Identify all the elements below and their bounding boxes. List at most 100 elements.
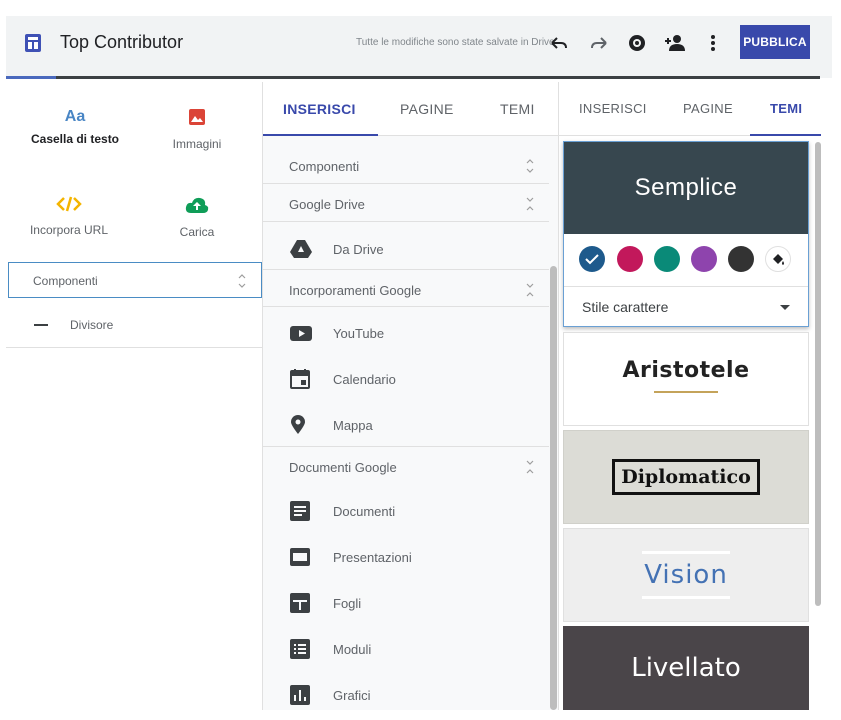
middle-panel-scrollbar[interactable]: [550, 266, 557, 710]
section-incorporamenti-google[interactable]: Incorporamenti Google: [263, 269, 549, 307]
section-google-drive[interactable]: Google Drive: [263, 184, 549, 222]
insert-mappa[interactable]: Mappa: [263, 402, 549, 448]
custom-color-button[interactable]: [765, 246, 791, 272]
color-swatch-purple[interactable]: [691, 246, 717, 272]
theme-card-vision[interactable]: Vision: [563, 528, 809, 622]
divider-icon: [34, 324, 48, 326]
insert-embed-url-label: Incorpora URL: [29, 223, 109, 237]
tab-temi[interactable]: TEMI: [500, 101, 535, 117]
redo-icon[interactable]: [588, 33, 610, 53]
insert-text-box[interactable]: Aa Casella di testo: [12, 108, 138, 146]
collapse-toggle-icon[interactable]: [237, 273, 247, 289]
insert-mappa-label: Mappa: [333, 418, 373, 433]
insert-da-drive[interactable]: Da Drive: [263, 226, 549, 272]
insert-text-box-label: Casella di testo: [30, 132, 120, 146]
theme-name-aristotele: Aristotele: [622, 357, 750, 383]
section-google-drive-label: Google Drive: [289, 197, 365, 212]
middle-tab-bar: INSERISCI PAGINE TEMI: [263, 82, 559, 136]
charts-icon: [290, 685, 310, 705]
active-tab-indicator: [750, 134, 821, 136]
section-documenti-label: Documenti Google: [289, 460, 397, 475]
insert-fogli-label: Fogli: [333, 596, 362, 611]
color-swatch-dark[interactable]: [728, 246, 754, 272]
components-section-header[interactable]: Componenti: [8, 262, 262, 298]
collapse-toggle-icon[interactable]: [525, 282, 535, 298]
header-divider-accent: [6, 76, 56, 79]
right-panel-scrollbar[interactable]: [815, 142, 821, 606]
section-componenti-label: Componenti: [289, 159, 360, 174]
collapse-toggle-icon[interactable]: [525, 196, 535, 212]
insert-calendario-label: Calendario: [333, 372, 396, 387]
theme-name-semplice: Semplice: [564, 142, 808, 234]
insert-fogli[interactable]: Fogli: [263, 580, 549, 626]
preview-icon[interactable]: [626, 33, 648, 53]
embed-code-icon: [56, 196, 82, 212]
right-themes-panel: INSERISCI PAGINE TEMI Semplice Stile car…: [558, 82, 821, 710]
theme-rule-vision-top: [642, 551, 730, 554]
forms-icon: [290, 639, 310, 659]
insert-embed-url[interactable]: Incorpora URL: [6, 196, 132, 237]
site-title[interactable]: Top Contributor: [60, 32, 183, 53]
calendar-icon: [290, 369, 310, 389]
active-tab-indicator: [263, 134, 378, 136]
font-style-dropdown[interactable]: Stile carattere: [564, 286, 808, 326]
insert-moduli-label: Moduli: [333, 642, 372, 657]
tab-inserisci[interactable]: INSERISCI: [579, 101, 647, 116]
color-swatch-blue[interactable]: [579, 246, 605, 272]
youtube-icon: [290, 326, 312, 341]
expand-toggle-icon[interactable]: [525, 158, 535, 174]
dropdown-arrow-icon: [780, 305, 790, 310]
upload-cloud-icon: [185, 197, 209, 213]
insert-youtube-label: YouTube: [333, 326, 385, 341]
section-componenti[interactable]: Componenti: [263, 146, 549, 184]
more-vert-icon[interactable]: [702, 33, 724, 53]
image-icon: [189, 109, 205, 125]
right-tab-bar: INSERISCI PAGINE TEMI: [559, 82, 821, 136]
site-logo-icon[interactable]: [24, 33, 42, 53]
tab-inserisci[interactable]: INSERISCI: [283, 101, 356, 117]
theme-rule-vision-bottom: [642, 596, 730, 599]
theme-card-livellato[interactable]: Livellato: [563, 626, 809, 710]
insert-presentazioni[interactable]: Presentazioni: [263, 534, 549, 580]
insert-documenti[interactable]: Documenti: [263, 488, 549, 534]
undo-icon[interactable]: [548, 33, 570, 53]
section-documenti-google[interactable]: Documenti Google: [263, 446, 549, 484]
text-box-icon: Aa: [64, 108, 86, 125]
color-swatch-teal[interactable]: [654, 246, 680, 272]
divider-item-label[interactable]: Divisore: [70, 318, 113, 332]
sheets-icon: [290, 593, 310, 613]
theme-card-diplomatico[interactable]: Diplomatico: [563, 430, 809, 524]
insert-documenti-label: Documenti: [333, 504, 396, 519]
insert-youtube[interactable]: YouTube: [263, 310, 549, 356]
theme-name-livellato: Livellato: [631, 653, 741, 683]
header-divider: [6, 76, 820, 79]
drive-icon: [290, 240, 312, 258]
theme-name-vision: Vision: [644, 560, 728, 590]
insert-calendario[interactable]: Calendario: [263, 356, 549, 402]
theme-rule-aristotele: [654, 390, 718, 393]
left-insert-panel: Aa Casella di testo Immagini Incorpora U…: [6, 82, 262, 348]
theme-card-aristotele[interactable]: Aristotele: [563, 332, 809, 426]
theme-preview-vision: Vision: [564, 529, 808, 621]
check-icon: [585, 254, 599, 265]
collapse-toggle-icon[interactable]: [525, 459, 535, 475]
color-swatch-row: [564, 234, 808, 284]
theme-preview-aristotele: Aristotele: [564, 333, 808, 417]
insert-moduli[interactable]: Moduli: [263, 626, 549, 672]
theme-card-semplice[interactable]: Semplice Stile carattere: [563, 141, 809, 327]
tab-pagine[interactable]: PAGINE: [683, 101, 733, 116]
insert-images-label: Immagini: [172, 137, 222, 151]
tab-pagine[interactable]: PAGINE: [400, 101, 454, 117]
insert-images[interactable]: Immagini: [134, 108, 260, 151]
save-status: Tutte le modifiche sono state salvate in…: [356, 37, 555, 48]
theme-name-diplomatico: Diplomatico: [612, 459, 760, 495]
tab-temi[interactable]: TEMI: [770, 101, 802, 116]
insert-da-drive-label: Da Drive: [333, 242, 384, 257]
insert-grafici[interactable]: Grafici: [263, 672, 549, 718]
insert-upload[interactable]: Carica: [134, 196, 260, 239]
docs-icon: [290, 501, 310, 521]
color-swatch-magenta[interactable]: [617, 246, 643, 272]
add-person-icon[interactable]: [664, 33, 686, 53]
publish-button[interactable]: PUBBLICA: [740, 25, 810, 59]
insert-upload-label: Carica: [179, 225, 215, 239]
